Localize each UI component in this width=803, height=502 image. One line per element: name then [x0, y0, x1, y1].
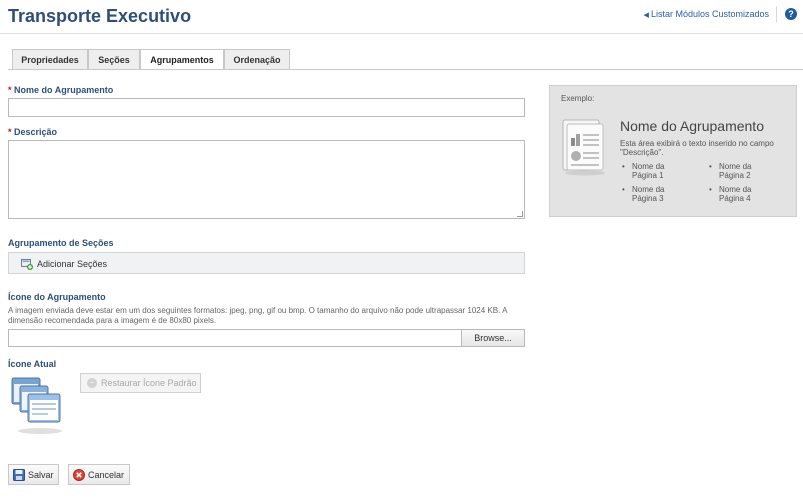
- group-sections-bar: Adicionar Seções: [8, 252, 525, 274]
- save-button[interactable]: Salvar: [8, 464, 59, 485]
- page-title: Transporte Executivo: [8, 6, 192, 26]
- description-textarea[interactable]: [8, 140, 525, 219]
- icon-help-text: A imagem enviada deve estar em um dos se…: [8, 306, 507, 325]
- tab-propriedades[interactable]: Propriedades: [12, 49, 88, 70]
- chevron-left-icon: ◀: [643, 12, 649, 19]
- tab-secoes[interactable]: Seções: [88, 49, 140, 70]
- example-panel: Exemplo: Nome do Agrupamento Esta área e…: [549, 85, 797, 217]
- required-mark: *: [8, 85, 12, 95]
- description-label-text: Descrição: [14, 127, 58, 137]
- description-label: * Descrição: [8, 127, 57, 137]
- restore-label: Restaurar Ícone Padrão: [101, 378, 197, 388]
- help-icon[interactable]: ?: [785, 8, 797, 20]
- tabs-divider: [8, 69, 803, 70]
- page-header: Transporte Executivo ◀ Listar Módulos Cus…: [0, 0, 803, 34]
- example-list-item: Nome da Página 1: [620, 162, 690, 180]
- cancel-button[interactable]: Cancelar: [68, 464, 130, 485]
- name-label: * Nome do Agrupamento: [8, 85, 113, 95]
- add-sections-button[interactable]: Adicionar Seções: [21, 258, 107, 270]
- current-icon-label: Ícone Atual: [8, 359, 57, 369]
- group-sections-label: Agrupamento de Seções: [8, 238, 114, 248]
- required-mark: *: [8, 127, 12, 137]
- cancel-label: Cancelar: [88, 469, 125, 480]
- list-modules-link[interactable]: ◀ Listar Módulos Customizados: [644, 9, 769, 19]
- example-list-item: Nome da Página 2: [707, 162, 777, 180]
- restore-default-icon-button[interactable]: − Restaurar Ícone Padrão: [80, 373, 201, 393]
- file-path-input[interactable]: [8, 329, 462, 347]
- list-modules-label: Listar Módulos Customizados: [650, 9, 769, 19]
- save-icon: [13, 468, 25, 481]
- header-divider: [776, 6, 777, 22]
- restore-icon: −: [87, 378, 97, 388]
- add-sections-label: Adicionar Seções: [37, 259, 108, 269]
- example-list-item: Nome da Página 3: [620, 185, 690, 203]
- tab-ordenacao[interactable]: Ordenação: [224, 49, 290, 70]
- resize-grip-icon[interactable]: [517, 211, 523, 217]
- example-title: Nome do Agrupamento: [620, 118, 764, 134]
- browse-button[interactable]: Browse...: [461, 329, 525, 347]
- add-sections-icon: [21, 258, 33, 270]
- example-description: Esta área exibirá o texto inserido no ca…: [620, 139, 774, 157]
- icon-label: Ícone do Agrupamento: [8, 292, 106, 302]
- save-label: Salvar: [28, 469, 54, 480]
- example-list-item: Nome da Página 4: [707, 185, 777, 203]
- group-icon: [10, 376, 66, 436]
- tab-agrupamentos[interactable]: Agrupamentos: [140, 49, 224, 70]
- name-input[interactable]: [8, 98, 525, 117]
- page-icon: [561, 118, 607, 176]
- example-label: Exemplo:: [561, 94, 595, 103]
- cancel-icon: [73, 468, 85, 481]
- name-label-text: Nome do Agrupamento: [14, 85, 114, 95]
